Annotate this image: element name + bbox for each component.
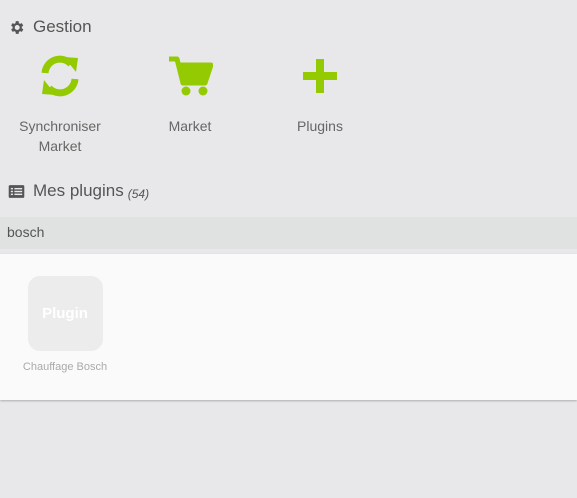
plugin-name: Chauffage Bosch [22, 361, 108, 373]
gear-icon [11, 20, 24, 34]
plugins-panel: Plugin Chauffage Bosch [0, 254, 577, 400]
sync-label-line2: Market [38, 138, 82, 154]
cart-icon [169, 56, 213, 96]
mes-plugins-title: Mes plugins [33, 181, 124, 200]
sync-market-button[interactable]: Synchroniser Market [0, 52, 120, 156]
plugins-label: Plugins [297, 118, 343, 134]
market-button[interactable]: Market [130, 52, 250, 136]
plugin-card[interactable]: Plugin Chauffage Bosch [14, 276, 116, 373]
plugin-thumbnail: Plugin [27, 276, 103, 351]
sync-icon [41, 55, 79, 97]
add-plugins-button[interactable]: Plugins [260, 52, 380, 136]
plugin-count: (54) [127, 187, 150, 201]
list-icon [8, 184, 25, 198]
search-bar [0, 217, 577, 249]
search-input[interactable] [7, 224, 567, 240]
market-label: Market [168, 118, 212, 134]
gestion-header: Gestion [8, 17, 92, 37]
gestion-title: Gestion [33, 17, 92, 36]
plus-icon [303, 59, 337, 93]
mes-plugins-header: Mes plugins (54) [8, 181, 149, 201]
sync-label-line1: Synchroniser [19, 118, 101, 134]
plugin-thumb-text: Plugin [42, 305, 88, 322]
